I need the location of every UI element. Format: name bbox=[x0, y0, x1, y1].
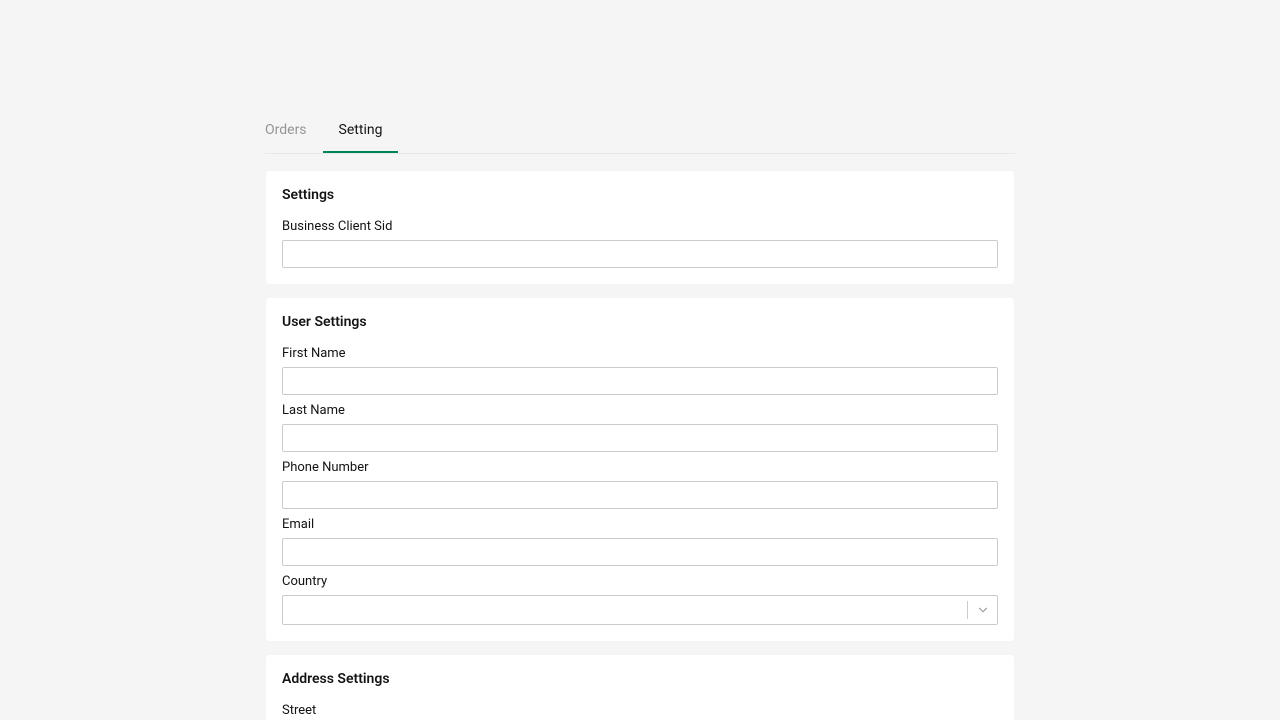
field-last-name: Last Name bbox=[282, 403, 998, 452]
input-phone-number[interactable] bbox=[282, 481, 998, 509]
label-first-name: First Name bbox=[282, 346, 998, 361]
tabs: Orders Setting bbox=[265, 108, 1015, 154]
field-country: Country bbox=[282, 574, 998, 625]
input-email[interactable] bbox=[282, 538, 998, 566]
input-last-name[interactable] bbox=[282, 424, 998, 452]
tab-setting[interactable]: Setting bbox=[323, 108, 399, 154]
card-settings: Settings Business Client Sid bbox=[265, 170, 1015, 285]
input-first-name[interactable] bbox=[282, 367, 998, 395]
card-user-settings-title: User Settings bbox=[282, 314, 998, 330]
card-settings-title: Settings bbox=[282, 187, 998, 203]
card-user-settings: User Settings First Name Last Name Phone… bbox=[265, 297, 1015, 642]
input-business-client-sid[interactable] bbox=[282, 240, 998, 268]
select-country[interactable] bbox=[282, 595, 998, 625]
card-address-settings: Address Settings Street bbox=[265, 654, 1015, 720]
label-phone-number: Phone Number bbox=[282, 460, 998, 475]
field-street: Street bbox=[282, 703, 998, 720]
select-country-value bbox=[282, 595, 998, 625]
label-country: Country bbox=[282, 574, 998, 589]
label-email: Email bbox=[282, 517, 998, 532]
select-separator bbox=[967, 601, 968, 619]
label-business-client-sid: Business Client Sid bbox=[282, 219, 998, 234]
card-address-settings-title: Address Settings bbox=[282, 671, 998, 687]
tab-orders[interactable]: Orders bbox=[265, 108, 323, 154]
field-business-client-sid: Business Client Sid bbox=[282, 219, 998, 268]
field-phone-number: Phone Number bbox=[282, 460, 998, 509]
field-email: Email bbox=[282, 517, 998, 566]
label-last-name: Last Name bbox=[282, 403, 998, 418]
label-street: Street bbox=[282, 703, 998, 718]
field-first-name: First Name bbox=[282, 346, 998, 395]
